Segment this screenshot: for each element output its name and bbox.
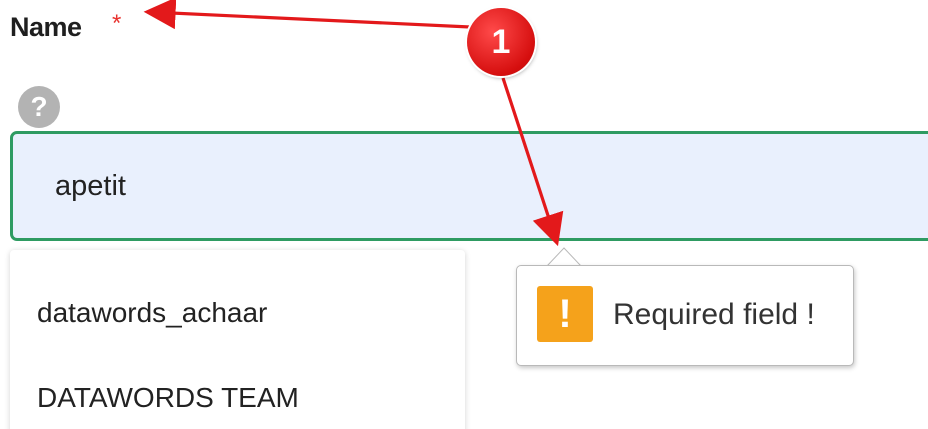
warning-icon: ! bbox=[537, 286, 593, 342]
name-field-label: Name bbox=[10, 12, 82, 42]
name-input[interactable] bbox=[10, 131, 928, 241]
annotation-arrow-to-label bbox=[143, 0, 471, 30]
validation-tooltip: ! Required field ! bbox=[516, 265, 854, 366]
annotation-badge: 1 bbox=[467, 8, 535, 76]
tooltip-pointer bbox=[545, 247, 583, 267]
autocomplete-option[interactable]: DATAWORDS TEAM bbox=[37, 382, 299, 414]
required-indicator: * bbox=[112, 10, 122, 37]
autocomplete-dropdown: datawords_achaar DATAWORDS TEAM bbox=[10, 250, 465, 429]
screenshot-stage: Name * ? datawords_achaar DATAWORDS TEAM… bbox=[0, 0, 928, 429]
help-icon[interactable]: ? bbox=[18, 86, 60, 128]
validation-message: Required field ! bbox=[613, 298, 815, 331]
autocomplete-option[interactable]: datawords_achaar bbox=[37, 297, 267, 329]
